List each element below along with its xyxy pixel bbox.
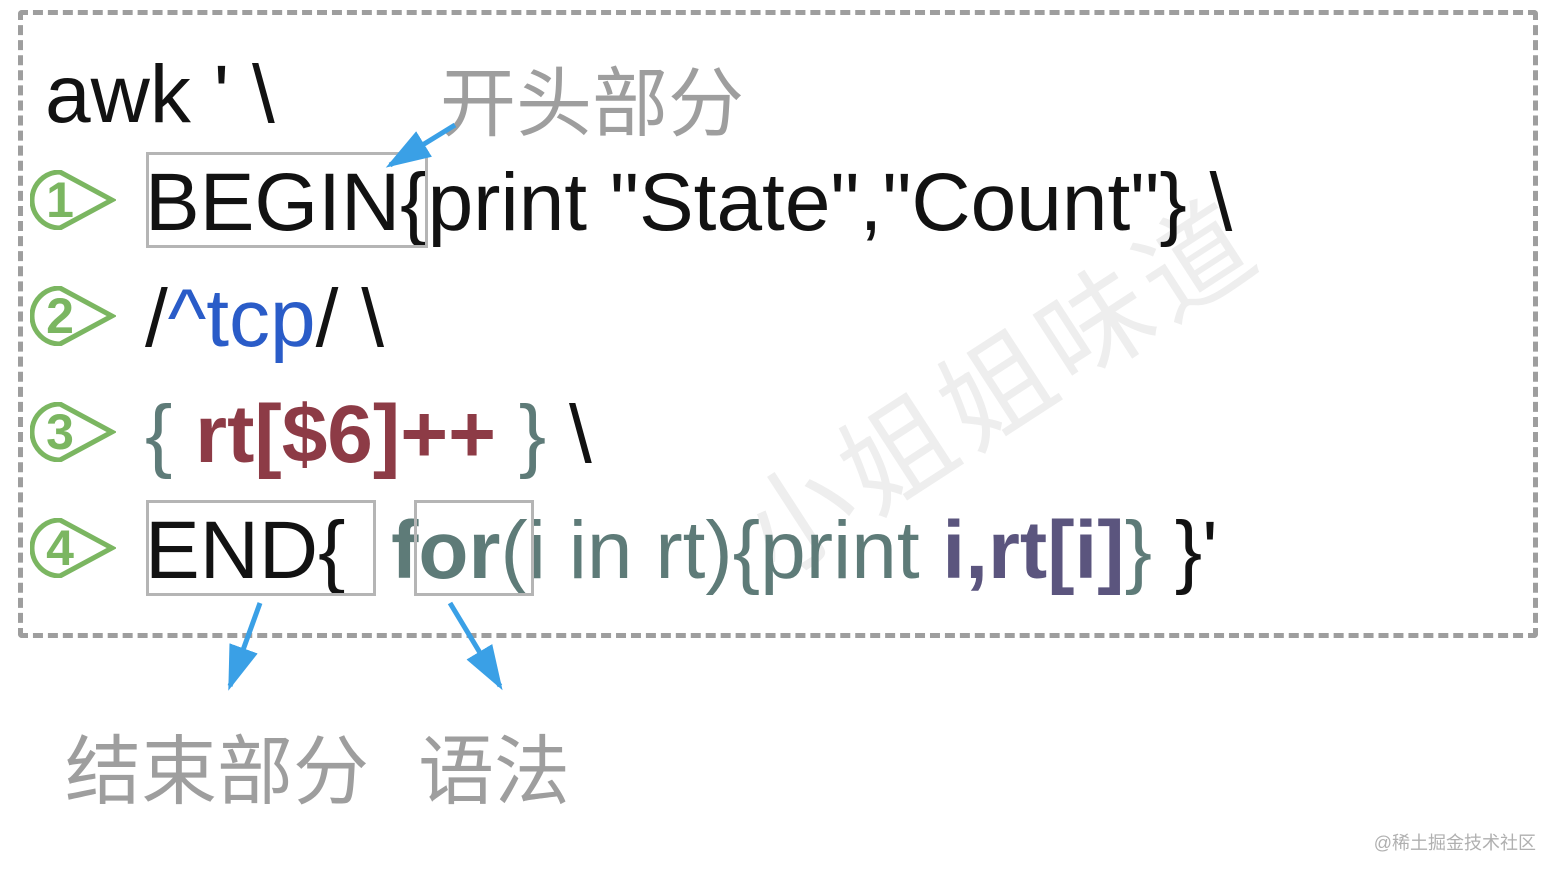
bullet-2: 2	[30, 286, 116, 346]
brace-inner-close: }	[1125, 505, 1152, 596]
awk-token: awk ' \	[45, 49, 275, 140]
code-line-2: /^tcp/ \	[145, 272, 384, 366]
arrow-end-down	[200, 598, 280, 698]
brace-close-3-a: }	[496, 389, 546, 480]
bs-3: \	[546, 389, 592, 480]
bullet-1: 1	[30, 170, 116, 230]
bullet-3: 3	[30, 402, 116, 462]
regex-token: ^tcp	[168, 273, 316, 364]
bullet-3-num: 3	[30, 402, 90, 462]
bullet-2-num: 2	[30, 286, 90, 346]
arrow-to-begin	[380, 120, 460, 180]
close-all: }'	[1152, 505, 1218, 596]
for-args: (i in rt){	[500, 505, 760, 596]
label-syntax: 语法	[418, 710, 570, 820]
bullet-4: 4	[30, 518, 116, 578]
print-token-4: print	[760, 505, 920, 596]
slash-close: / \	[316, 273, 384, 364]
slash-open: /	[145, 273, 168, 364]
bullet-1-num: 1	[30, 170, 90, 230]
code-line-0: awk ' \	[45, 48, 275, 142]
ann-for	[414, 500, 534, 596]
brace-open-3: {	[145, 389, 195, 480]
rt-body: rt[$6]++	[195, 389, 496, 480]
label-ending: 结束部分	[65, 710, 369, 820]
bullet-4-num: 4	[30, 518, 90, 578]
irt-token: i,rt[i]	[920, 505, 1125, 596]
code-line-3: { rt[$6]++ } \	[145, 388, 592, 482]
arrow-for-down	[430, 598, 530, 698]
label-opening: 开头部分	[440, 42, 744, 152]
rest-token-1: "State","Count"} \	[587, 157, 1232, 248]
watermark-small: @稀土掘金技术社区	[1374, 829, 1536, 855]
ann-end	[146, 500, 376, 596]
